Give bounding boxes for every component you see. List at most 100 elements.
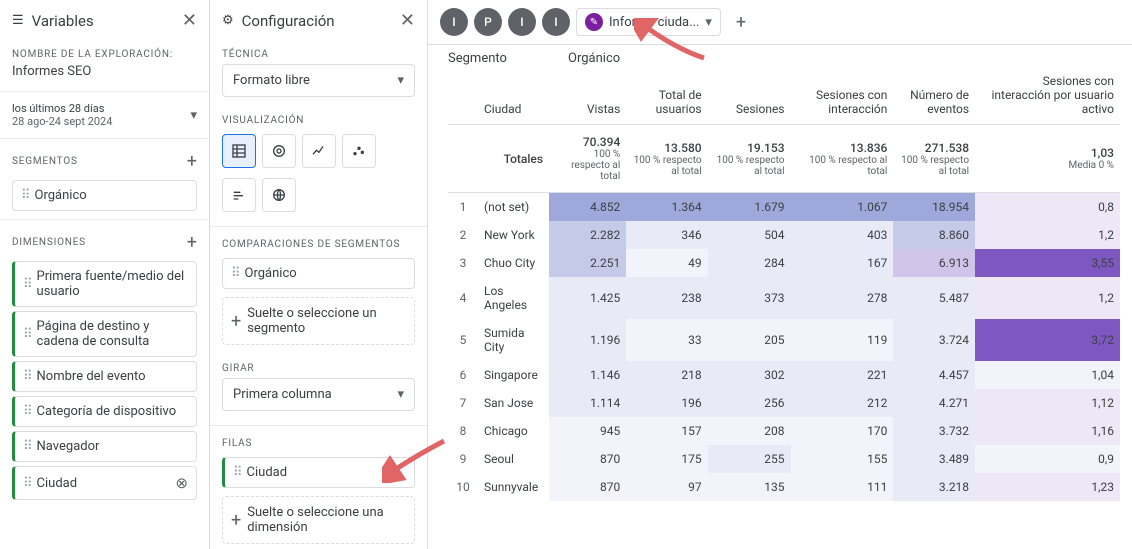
- viz-geo-button[interactable]: [262, 178, 296, 212]
- city-cell[interactable]: Seoul: [478, 445, 549, 473]
- segment-chip[interactable]: ⠿Orgánico: [12, 180, 197, 211]
- viz-table-button[interactable]: [222, 134, 256, 168]
- data-cell: 111: [791, 473, 894, 501]
- main-area: IPII ✎ Informe ciuda... ▾ + Segmento Org…: [428, 0, 1132, 549]
- viz-line-button[interactable]: [302, 134, 336, 168]
- data-cell: 504: [708, 221, 791, 249]
- data-cell: 1,04: [975, 361, 1120, 389]
- close-icon[interactable]: ✕: [400, 10, 415, 31]
- column-header[interactable]: Sesiones con interacción: [791, 66, 894, 125]
- city-cell[interactable]: Sumida City: [478, 319, 549, 361]
- data-cell: 3.724: [893, 319, 975, 361]
- rows-dropzone[interactable]: +Suelte o seleccione una dimensión: [222, 496, 415, 544]
- city-cell[interactable]: Chicago: [478, 417, 549, 445]
- tab-inactive[interactable]: I: [508, 8, 536, 36]
- pencil-icon: ✎: [585, 13, 603, 31]
- data-cell: 97: [626, 473, 707, 501]
- data-cell: 346: [626, 221, 707, 249]
- data-cell: 1.364: [626, 193, 707, 222]
- city-cell[interactable]: (not set): [478, 193, 549, 222]
- dimension-chip[interactable]: ⠿Primera fuente/medio del usuario: [12, 261, 197, 307]
- data-cell: 403: [791, 221, 894, 249]
- seg-comp-label: COMPARACIONES DE SEGMENTOS: [210, 231, 427, 254]
- data-cell: 18.954: [893, 193, 975, 222]
- table-row: 4Los Angeles1.4252383732785.4871,2: [448, 277, 1120, 319]
- data-cell: 3.732: [893, 417, 975, 445]
- data-cell: 135: [708, 473, 791, 501]
- add-dimension-button[interactable]: +: [187, 232, 197, 253]
- city-cell[interactable]: Sunnyvale: [478, 473, 549, 501]
- rows-label: FILAS: [210, 430, 427, 453]
- tab-inactive[interactable]: I: [440, 8, 468, 36]
- segment-comparison-chip[interactable]: ⠿Orgánico: [222, 258, 415, 289]
- chevron-down-icon: ▾: [397, 387, 404, 402]
- dimension-chip[interactable]: ⠿Navegador: [12, 431, 197, 462]
- data-cell: 8.860: [893, 221, 975, 249]
- city-cell[interactable]: Chuo City: [478, 249, 549, 277]
- date-preset: los últimos 28 días: [12, 102, 112, 115]
- column-header[interactable]: Sesiones: [708, 66, 791, 125]
- tab-inactive[interactable]: P: [474, 8, 502, 36]
- column-header[interactable]: Vistas: [549, 66, 626, 125]
- segment-dropzone[interactable]: +Suelte o seleccione un segmento: [222, 297, 415, 345]
- tab-inactive[interactable]: I: [542, 8, 570, 36]
- data-cell: 221: [791, 361, 894, 389]
- data-cell: 2.282: [549, 221, 626, 249]
- column-header[interactable]: Total de usuarios: [626, 66, 707, 125]
- close-icon[interactable]: ✕: [182, 10, 197, 31]
- data-table: CiudadVistasTotal de usuariosSesionesSes…: [448, 66, 1120, 501]
- data-cell: 1,12: [975, 389, 1120, 417]
- variables-panel: ☰ Variables ✕ NOMBRE DE LA EXPLORACIÓN: …: [0, 0, 210, 549]
- tab-active[interactable]: ✎ Informe ciuda... ▾: [576, 8, 721, 36]
- add-segment-button[interactable]: +: [187, 151, 197, 172]
- grip-icon: ⠿: [23, 404, 31, 419]
- data-cell: 167: [791, 249, 894, 277]
- remove-icon[interactable]: ⊗: [175, 474, 188, 492]
- add-tab-button[interactable]: +: [727, 8, 755, 36]
- data-cell: 1,23: [975, 473, 1120, 501]
- data-cell: 3,72: [975, 319, 1120, 361]
- date-range-selector[interactable]: los últimos 28 días 28 ago-24 sept 2024 …: [0, 96, 209, 134]
- technique-label: TÉCNICA: [210, 41, 427, 64]
- table-row: 8Chicago9451572081703.7321,16: [448, 417, 1120, 445]
- column-header[interactable]: Número de eventos: [893, 66, 975, 125]
- data-cell: 870: [549, 473, 626, 501]
- dimension-chip[interactable]: ⠿Página de destino y cadena de consulta: [12, 311, 197, 357]
- viz-scatter-button[interactable]: [342, 134, 376, 168]
- table-row: 10Sunnyvale870971351113.2181,23: [448, 473, 1120, 501]
- dimension-chip[interactable]: ⠿Nombre del evento: [12, 361, 197, 392]
- exploration-name[interactable]: Informes SEO: [0, 64, 209, 87]
- data-cell: 302: [708, 361, 791, 389]
- viz-donut-button[interactable]: [262, 134, 296, 168]
- city-cell[interactable]: Singapore: [478, 361, 549, 389]
- dimension-chip[interactable]: ⠿Categoría de dispositivo: [12, 396, 197, 427]
- segments-label: SEGMENTOS: [12, 156, 78, 167]
- tab-active-label: Informe ciuda...: [609, 15, 699, 30]
- dimension-chip[interactable]: ⠿Ciudad⊗: [12, 466, 197, 500]
- data-cell: 945: [549, 417, 626, 445]
- table-row: 2New York2.2823465044038.8601,2: [448, 221, 1120, 249]
- column-header[interactable]: Sesiones con interacción por usuario act…: [975, 66, 1120, 125]
- data-cell: 212: [791, 389, 894, 417]
- total-cell: 19.153100 % respecto al total: [708, 125, 791, 193]
- data-cell: 3,55: [975, 249, 1120, 277]
- city-cell[interactable]: Los Angeles: [478, 277, 549, 319]
- table-row: 9Seoul8701752551553.4890,9: [448, 445, 1120, 473]
- technique-select[interactable]: Formato libre▾: [222, 64, 415, 97]
- viz-bar-button[interactable]: [222, 178, 256, 212]
- grip-icon: ⠿: [23, 327, 31, 342]
- table-row: 7San Jose1.1141962562124.2711,12: [448, 389, 1120, 417]
- data-cell: 1.196: [549, 319, 626, 361]
- city-cell[interactable]: New York: [478, 221, 549, 249]
- pivot-select[interactable]: Primera columna▾: [222, 378, 415, 411]
- row-chip[interactable]: ⠿Ciudad: [222, 457, 415, 488]
- city-cell[interactable]: San Jose: [478, 389, 549, 417]
- data-cell: 0,8: [975, 193, 1120, 222]
- segment-label: Segmento: [448, 51, 568, 66]
- data-cell: 1.067: [791, 193, 894, 222]
- totals-row: Totales70.394100 % respecto al total13.5…: [448, 125, 1120, 193]
- data-cell: 238: [626, 277, 707, 319]
- data-cell: 33: [626, 319, 707, 361]
- data-cell: 3.218: [893, 473, 975, 501]
- grip-icon: ⠿: [23, 277, 31, 292]
